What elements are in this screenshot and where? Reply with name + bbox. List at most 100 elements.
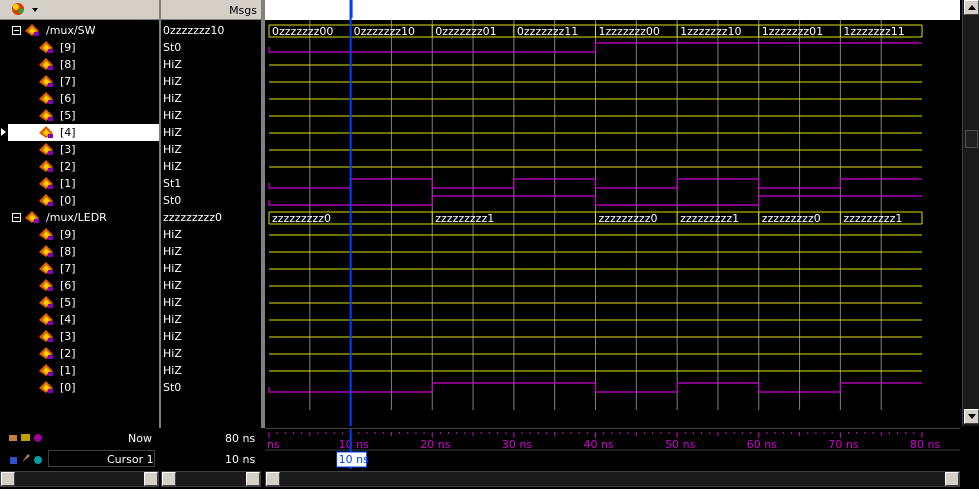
signal-value-row[interactable]: HiZ [161, 277, 261, 294]
cursor-toolbar-icons[interactable] [8, 452, 48, 466]
scroll-left-button[interactable] [1, 472, 15, 486]
signal-value-row[interactable]: HiZ [161, 124, 261, 141]
signal-row[interactable]: [8] [0, 243, 159, 260]
ruler-label: 20 ns [420, 438, 450, 451]
signal-icon [39, 279, 53, 291]
scroll-right-button[interactable] [945, 472, 959, 486]
signal-value-row[interactable]: St0 [161, 379, 261, 396]
signal-value-row[interactable]: HiZ [161, 141, 261, 158]
signal-value-row[interactable]: St1 [161, 175, 261, 192]
signal-row[interactable]: [6] [0, 90, 159, 107]
signal-row[interactable]: [3] [0, 141, 159, 158]
signal-row[interactable]: [1] [0, 175, 159, 192]
scroll-left-button[interactable] [266, 472, 280, 486]
wave-toolbar-icon[interactable] [6, 0, 46, 20]
signal-value: HiZ [163, 109, 182, 122]
signal-row[interactable]: [7] [0, 73, 159, 90]
signal-icon [39, 296, 53, 308]
collapse-toggle[interactable] [12, 213, 21, 222]
signal-name: /mux/SW [46, 24, 96, 37]
signal-row[interactable]: [5] [0, 294, 159, 311]
signal-name: [0] [60, 381, 76, 394]
scroll-right-button[interactable] [246, 472, 260, 486]
signal-row[interactable]: [8] [0, 56, 159, 73]
scroll-down-button[interactable] [964, 409, 979, 424]
signal-name: [6] [60, 279, 76, 292]
signal-group-row[interactable]: /mux/SW [0, 22, 159, 39]
signal-row[interactable]: [6] [0, 277, 159, 294]
signal-value: HiZ [163, 262, 182, 275]
waveform-pane[interactable]: 0zzzzzzz00 0zzzzzzz10 0zzzzzzz01 0zzzzzzz11… [265, 0, 960, 426]
signal-icon [39, 75, 53, 87]
signal-value: HiZ [163, 330, 182, 343]
signal-value-row[interactable]: St0 [161, 192, 261, 209]
signal-value: HiZ [163, 245, 182, 258]
signal-value-row[interactable]: HiZ [161, 345, 261, 362]
signal-row[interactable]: [4] [8, 124, 159, 141]
signal-row[interactable]: [4] [0, 311, 159, 328]
signal-value-row[interactable]: HiZ [161, 243, 261, 260]
signal-value-row[interactable]: HiZ [161, 362, 261, 379]
signal-value-row[interactable]: HiZ [161, 90, 261, 107]
signal-row[interactable]: [9] [0, 39, 159, 56]
signal-row[interactable]: [9] [0, 226, 159, 243]
ruler-label: ns [267, 438, 280, 451]
signal-icon [39, 92, 53, 104]
cursor-handle [349, 0, 353, 18]
signal-value-row[interactable]: HiZ [161, 56, 261, 73]
signal-value: St1 [163, 177, 182, 190]
signal-row[interactable]: [5] [0, 107, 159, 124]
signal-value-row[interactable]: HiZ [161, 107, 261, 124]
now-toolbar-icons[interactable] [8, 431, 48, 445]
ruler-label: 40 ns [584, 438, 614, 451]
signal-icon [39, 228, 53, 240]
signal-value: HiZ [163, 143, 182, 156]
signal-value-row[interactable]: zzzzzzzzz0 [161, 209, 261, 226]
signal-row[interactable]: [2] [0, 345, 159, 362]
bus-value-label: 1zzzzzzz01 [762, 25, 823, 38]
signal-value-row[interactable]: HiZ [161, 158, 261, 175]
scroll-right-button[interactable] [144, 472, 158, 486]
signal-value-row[interactable]: 0zzzzzzz10 [161, 22, 261, 39]
bus-value-label: 1zzzzzzz10 [680, 25, 741, 38]
bus-value-label: 0zzzzzzz11 [517, 25, 578, 38]
signal-row[interactable]: [0] [0, 379, 159, 396]
signal-row[interactable]: [7] [0, 260, 159, 277]
signal-value-row[interactable]: HiZ [161, 294, 261, 311]
signal-value: HiZ [163, 58, 182, 71]
selected-row-marker [1, 128, 6, 136]
collapse-toggle[interactable] [12, 26, 21, 35]
signal-value-row[interactable]: HiZ [161, 260, 261, 277]
signal-icon [39, 41, 53, 53]
signal-name: [9] [60, 228, 76, 241]
scroll-up-button[interactable] [964, 0, 979, 15]
signal-name: [8] [60, 58, 76, 71]
time-ruler[interactable]: ns 10 ns 20 ns 30 ns 40 ns 50 ns 60 ns 70 ns 80 … [265, 429, 960, 469]
signal-value-row[interactable]: St0 [161, 39, 261, 56]
scroll-thumb[interactable] [965, 130, 978, 148]
msgs-label: Msgs [229, 4, 257, 17]
waveform-canvas[interactable]: 0zzzzzzz00 0zzzzzzz10 0zzzzzzz01 0zzzzzzz11… [265, 0, 960, 426]
signal-value: zzzzzzzzz0 [163, 211, 222, 224]
signal-name: [1] [60, 177, 76, 190]
signal-value: HiZ [163, 279, 182, 292]
signal-name: [1] [60, 364, 76, 377]
signal-group-row[interactable]: /mux/LEDR [0, 209, 159, 226]
signal-value: HiZ [163, 296, 182, 309]
scroll-left-button[interactable] [162, 472, 176, 486]
now-value: 80 ns [225, 432, 256, 445]
names-hscrollbar[interactable] [0, 471, 159, 487]
signal-value: HiZ [163, 347, 182, 360]
cursor-label[interactable]: Cursor 1 [107, 453, 154, 466]
signal-row[interactable]: [2] [0, 158, 159, 175]
values-hscrollbar[interactable] [161, 471, 261, 487]
signal-value-row[interactable]: HiZ [161, 73, 261, 90]
wave-hscrollbar[interactable] [265, 471, 960, 487]
signal-value-row[interactable]: HiZ [161, 328, 261, 345]
signal-row[interactable]: [1] [0, 362, 159, 379]
signal-row[interactable]: [3] [0, 328, 159, 345]
signal-value-row[interactable]: HiZ [161, 311, 261, 328]
signal-row[interactable]: [0] [0, 192, 159, 209]
vertical-scrollbar[interactable] [962, 0, 979, 426]
signal-value-row[interactable]: HiZ [161, 226, 261, 243]
